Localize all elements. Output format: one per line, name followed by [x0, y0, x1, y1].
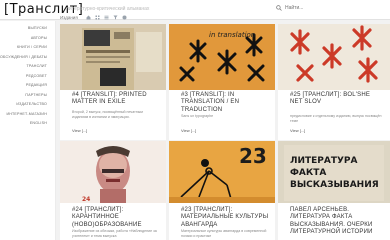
view-more-link[interactable]: View [...]	[72, 128, 87, 133]
search-input[interactable]	[285, 5, 375, 11]
issue-card[interactable]: 24 #24 [ТРАНСЛИТ]: КАРАНТИННОЕ (НОВО)ОБР…	[60, 141, 166, 240]
issue-title[interactable]: #24 [ТРАНСЛИТ]: КАРАНТИННОЕ (НОВО)ОБРАЗО…	[72, 207, 160, 229]
issue-description: Материальные культуры авангарда в соврем…	[181, 229, 267, 238]
issue-card[interactable]: 23 #23 [ТРАНСЛИТ]: МАТЕРИАЛЬНЫЕ КУЛЬТУРЫ…	[169, 141, 275, 240]
issue-cover-image	[60, 24, 166, 90]
svg-text:ЛИТЕРАТУРА: ЛИТЕРАТУРА	[290, 156, 358, 166]
issue-description: Второй, 2 выпуск, посвящённый печатным и…	[72, 110, 143, 119]
svg-text:ВЫСКАЗЫВАНИЯ: ВЫСКАЗЫВАНИЯ	[290, 180, 379, 190]
sidebar-item-publisher[interactable]: ИЗДАТЕЛЬСТВО	[0, 100, 55, 110]
issue-title[interactable]: #4 [TRANSLIT]: PRINTED MATTER IN EXILE	[72, 92, 158, 107]
view-more-link[interactable]: View [...]	[290, 128, 305, 133]
svg-text:23: 23	[239, 144, 267, 168]
sidebar-item-books[interactable]: КНИГИ / СЕРИИ	[0, 43, 55, 53]
issue-cover-image	[278, 24, 390, 90]
header: [Транслит] литературно-критический альма…	[0, 0, 390, 20]
search-icon	[276, 5, 282, 11]
sidebar-item-authors[interactable]: АВТОРЫ	[0, 34, 55, 44]
grid-icon[interactable]	[95, 15, 100, 20]
issue-description: Sans un typographe	[181, 114, 214, 118]
issue-cover-image: in translation	[169, 24, 275, 90]
issue-cover-image: 23	[169, 141, 275, 203]
book-cover-image: ЛИТЕРАТУРА ФАКТА ВЫСКАЗЫВАНИЯ	[278, 141, 390, 203]
issue-cover-image: 24	[60, 141, 166, 203]
book-title[interactable]: ПАВЕЛ АРСЕНЬЕВ. ЛИТЕРАТУРА ФАКТА ВЫСКАЗЫ…	[290, 207, 386, 236]
toolbar: Издания	[60, 12, 131, 22]
view-more-link[interactable]: View [...]	[181, 128, 196, 133]
svg-text:ФАКТА: ФАКТА	[290, 168, 326, 178]
page: [Транслит] литературно-критический альма…	[0, 0, 390, 240]
issue-title[interactable]: #3 [TRANSLIT]: IN TRANSLATION / EN TRADU…	[181, 92, 269, 114]
sidebar-item-shop[interactable]: ИНТЕРНЕТ-МАГАЗИН	[0, 110, 55, 120]
search-bar[interactable]	[276, 3, 386, 13]
sidebar-item-partners[interactable]: ПАРТНЕРЫ	[0, 91, 55, 101]
issue-card[interactable]: #25 [ТРАНСЛИТ]: BOL'SHE NET SLOV предисл…	[278, 24, 390, 140]
issue-description: предисловие к отдельному изданию, выпуск…	[290, 114, 382, 123]
issue-description: Изображение из обложки, работа «Наблюден…	[72, 229, 157, 238]
svg-text:in translation: in translation	[209, 31, 255, 39]
toolbar-label: Издания	[60, 14, 78, 20]
filter-icon[interactable]	[113, 15, 118, 20]
home-icon[interactable]	[86, 15, 91, 20]
sidebar: ВЫПУСКИ АВТОРЫ КНИГИ / СЕРИИ ОБСУЖДЕНИЯ …	[0, 21, 56, 240]
tag-icon[interactable]	[122, 15, 127, 20]
svg-text:24: 24	[82, 196, 90, 203]
issue-title[interactable]: #25 [ТРАНСЛИТ]: BOL'SHE NET SLOV	[290, 92, 382, 107]
issue-title[interactable]: #23 [ТРАНСЛИТ]: МАТЕРИАЛЬНЫЕ КУЛЬТУРЫ АВ…	[181, 207, 269, 229]
sidebar-item-translit[interactable]: ТРАНСЛИТ	[0, 62, 55, 72]
sidebar-item-editorial[interactable]: РЕДАКЦИЯ	[0, 81, 55, 91]
list-icon[interactable]	[104, 15, 109, 20]
sidebar-item-english[interactable]: ENGLISH	[0, 119, 55, 129]
sidebar-item-issues[interactable]: ВЫПУСКИ	[0, 24, 55, 34]
sidebar-item-editorial-board[interactable]: РЕДСОВЕТ	[0, 72, 55, 82]
sidebar-item-discussions[interactable]: ОБСУЖДЕНИЯ / ДЕБАТЫ	[0, 53, 55, 63]
issue-card[interactable]: in translation #3 [TRANSLIT]: IN TRANSLA…	[169, 24, 275, 140]
book-card[interactable]: ЛИТЕРАТУРА ФАКТА ВЫСКАЗЫВАНИЯ ПАВЕЛ АРСЕ…	[278, 141, 390, 240]
issue-card[interactable]: #4 [TRANSLIT]: PRINTED MATTER IN EXILE В…	[60, 24, 166, 140]
